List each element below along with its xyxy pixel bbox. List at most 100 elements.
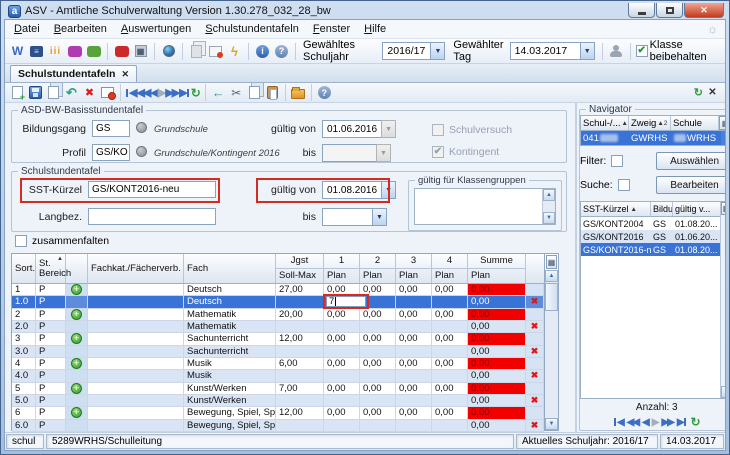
cell-p2[interactable]: 0,00 bbox=[360, 407, 396, 418]
cell-p1[interactable]: 0,00 bbox=[324, 383, 360, 394]
editing-cell[interactable]: 7 bbox=[324, 296, 360, 307]
delete-row-icon[interactable]: ✖ bbox=[531, 346, 539, 357]
header-summe[interactable]: SummePlan bbox=[468, 254, 526, 283]
expand-row-icon[interactable]: + bbox=[71, 333, 82, 344]
pane-refresh-icon[interactable]: ↻ bbox=[694, 86, 703, 99]
table-row[interactable]: 6P+Bewegung, Spiel, Sport12,000,000,000,… bbox=[12, 407, 544, 419]
grid-scrollbar[interactable]: ▲ ▼ bbox=[545, 270, 558, 430]
zusammenfalten-checkbox[interactable] bbox=[15, 235, 27, 247]
cell-fachkat[interactable] bbox=[88, 309, 184, 320]
cell-fach[interactable]: Sachunterricht bbox=[184, 333, 276, 344]
chevron-down-icon[interactable]: ▼ bbox=[381, 181, 396, 199]
kontingent-checkbox[interactable]: ✔ bbox=[432, 146, 444, 158]
sst-col-kuerzel[interactable]: SST-Kürzel▲ bbox=[581, 202, 651, 216]
cell-fach[interactable]: Kunst/Werken bbox=[184, 383, 276, 394]
cell-p4[interactable]: 0,00 bbox=[432, 407, 468, 418]
cell-p1[interactable]: 0,00 bbox=[324, 407, 360, 418]
school-spinner[interactable]: ▲▼ bbox=[721, 131, 726, 145]
cell-sort[interactable]: 5 bbox=[12, 383, 36, 394]
school-col3[interactable]: Schule bbox=[671, 116, 719, 130]
cell-soll[interactable]: 12,00 bbox=[276, 407, 324, 418]
cell-p1[interactable]: 0,00 bbox=[324, 309, 360, 320]
maximize-button[interactable] bbox=[656, 3, 683, 18]
window-badge-icon[interactable] bbox=[207, 43, 224, 59]
pages-disabled-icon[interactable] bbox=[188, 43, 205, 59]
refresh-button[interactable]: ↻ bbox=[191, 86, 201, 100]
module-report-icon[interactable]: ▦ bbox=[132, 43, 149, 59]
paste-button[interactable] bbox=[264, 85, 281, 101]
cell-p3[interactable]: 0,00 bbox=[396, 284, 432, 295]
back-button[interactable]: ← bbox=[210, 85, 227, 101]
table-row[interactable]: 3P+Sachunterricht12,000,000,000,000,000,… bbox=[12, 333, 544, 345]
cell-p4[interactable] bbox=[432, 370, 468, 381]
cell-p2[interactable]: 0,00 bbox=[360, 358, 396, 369]
cell-bereich[interactable]: P bbox=[36, 309, 66, 320]
module-personen-icon[interactable]: iii bbox=[47, 43, 64, 59]
cell-p3[interactable] bbox=[396, 420, 432, 431]
expand-row-icon[interactable]: + bbox=[71, 383, 82, 394]
langbez-field[interactable] bbox=[88, 208, 216, 225]
cell-summe[interactable]: 0,00 bbox=[468, 407, 526, 418]
module-chat-purple-icon[interactable] bbox=[66, 43, 83, 59]
tafel-gueltig-von-select[interactable]: 01.08.2016▼ bbox=[322, 181, 396, 199]
header-fachkat[interactable]: Fachkat./Fächerverb. bbox=[88, 254, 184, 283]
module-schueler-icon[interactable]: W bbox=[9, 43, 26, 59]
cell-fach[interactable]: Deutsch bbox=[184, 296, 276, 307]
menu-schulstundentafeln[interactable]: Schulstundentafeln bbox=[198, 21, 306, 37]
menu-datei[interactable]: Datei bbox=[7, 21, 47, 37]
table-row[interactable]: 6.0PBewegung, Spiel, Sport0,00✖ bbox=[12, 420, 544, 432]
suche-field[interactable] bbox=[618, 179, 630, 191]
tafel-bis-select[interactable]: ▼ bbox=[322, 208, 387, 226]
cell-sort[interactable]: 1 bbox=[12, 284, 36, 295]
table-row[interactable]: 2P+Mathematik20,000,000,000,000,000,00 bbox=[12, 309, 544, 321]
scroll-down-icon[interactable]: ▼ bbox=[721, 386, 726, 398]
cell-sort[interactable]: 6.0 bbox=[12, 420, 36, 431]
cell-bereich[interactable]: P bbox=[36, 370, 66, 381]
cell-sort[interactable]: 4 bbox=[12, 358, 36, 369]
header-fach[interactable]: Fach bbox=[184, 254, 276, 283]
header-bereich[interactable]: St. Bereich ▲ bbox=[36, 254, 66, 283]
sst-list-item[interactable]: GS/KONT2016GS01.06.20... bbox=[581, 230, 720, 243]
cell-p4[interactable]: 0,00 bbox=[432, 333, 468, 344]
cell-sort[interactable]: 1.0 bbox=[12, 296, 36, 307]
chevron-down-icon[interactable]: ▼ bbox=[430, 42, 445, 60]
spin-down-icon[interactable]: ▼ bbox=[724, 138, 726, 143]
cell-fachkat[interactable] bbox=[88, 383, 184, 394]
klassengruppen-listbox[interactable]: ▲ ▼ bbox=[414, 188, 556, 225]
table-row[interactable]: 2.0PMathematik0,00✖ bbox=[12, 321, 544, 333]
header-jgst-4[interactable]: 4Plan bbox=[432, 254, 468, 283]
cell-summe[interactable]: 0,00 bbox=[468, 346, 526, 357]
scroll-track[interactable] bbox=[543, 201, 555, 212]
cell-p2[interactable] bbox=[360, 395, 396, 406]
cell-fach[interactable]: Deutsch bbox=[184, 284, 276, 295]
cell-p2[interactable]: 0,00 bbox=[360, 333, 396, 344]
bearbeiten-button[interactable]: Bearbeiten bbox=[656, 176, 726, 194]
cell-p4[interactable]: 0,00 bbox=[432, 383, 468, 394]
column-settings-icon[interactable]: ▦ bbox=[546, 255, 557, 269]
header-sort[interactable]: Sort. bbox=[12, 254, 36, 283]
cell-fach[interactable]: Mathematik bbox=[184, 309, 276, 320]
scroll-track[interactable] bbox=[545, 312, 558, 418]
header-jgst-2[interactable]: 2Plan bbox=[360, 254, 396, 283]
expand-row-icon[interactable]: + bbox=[71, 284, 82, 295]
cell-sort[interactable]: 5.0 bbox=[12, 395, 36, 406]
cell-soll[interactable] bbox=[276, 296, 324, 307]
settings-gear-icon[interactable]: ☼ bbox=[707, 22, 723, 36]
cell-bereich[interactable]: P bbox=[36, 346, 66, 357]
header-icon-col[interactable] bbox=[66, 254, 88, 283]
cell-bereich[interactable]: P bbox=[36, 333, 66, 344]
cell-summe[interactable]: 0,00 bbox=[468, 296, 526, 307]
cell-soll[interactable] bbox=[276, 321, 324, 332]
help-button-2[interactable]: ? bbox=[316, 85, 333, 101]
cell-fachkat[interactable] bbox=[88, 358, 184, 369]
cell-soll[interactable]: 12,00 bbox=[276, 333, 324, 344]
cell-summe[interactable]: 0,00 bbox=[468, 284, 526, 295]
last-record-button[interactable]: ▶ bbox=[179, 86, 189, 99]
table-row[interactable]: 1P+Deutsch27,000,000,000,000,000,00 bbox=[12, 284, 544, 296]
cell-bereich[interactable]: P bbox=[36, 358, 66, 369]
sst-col-bildungsgang[interactable]: Bildu... bbox=[651, 202, 673, 216]
listbox-scrollbar[interactable]: ▲ ▼ bbox=[542, 189, 555, 224]
help-button[interactable]: ? bbox=[273, 43, 290, 59]
table-row[interactable]: 4P+Musik6,000,000,000,000,000,00 bbox=[12, 358, 544, 370]
cell-p3[interactable] bbox=[396, 346, 432, 357]
